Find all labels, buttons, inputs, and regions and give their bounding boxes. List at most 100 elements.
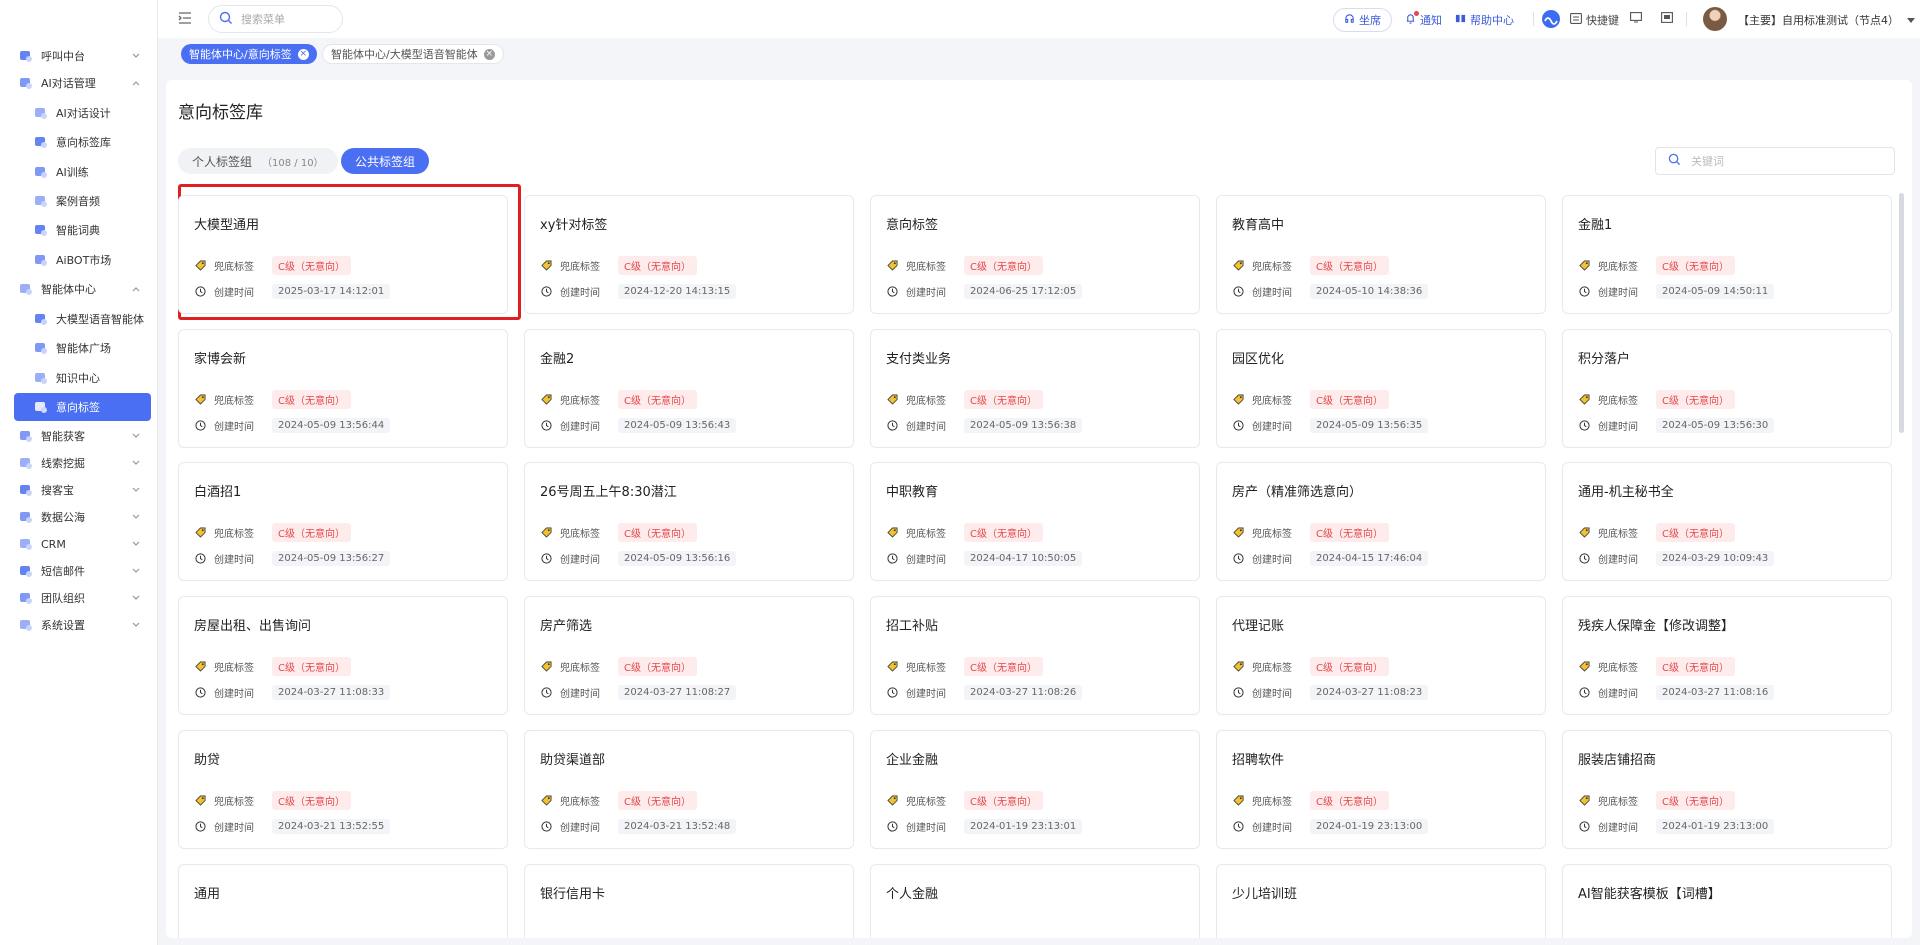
tag-group-card[interactable]: 助贷渠道部 兜底标签 C级（无意向） 创建时间 2024-03-21 13:52:48 bbox=[524, 730, 854, 849]
tag-group-card[interactable]: 个人金融 bbox=[870, 864, 1200, 938]
visited-tab-1[interactable]: 智能体中心/大模型语音智能体 × bbox=[322, 44, 504, 64]
created-time-value: 2024-03-21 13:52:55 bbox=[272, 819, 391, 834]
sidebar-item-5[interactable]: 案例音频 bbox=[14, 187, 151, 215]
fallback-tag-row: 兜底标签 C级（无意向） bbox=[540, 523, 697, 542]
sidebar-item-17[interactable]: CRM bbox=[14, 530, 151, 558]
sidebar-item-6[interactable]: 智能词典 bbox=[14, 216, 151, 244]
sidebar-item-19[interactable]: 团队组织 bbox=[14, 584, 151, 612]
sidebar-item-2[interactable]: AI对话设计 bbox=[14, 99, 151, 127]
help-center-link[interactable]: 帮助中心 bbox=[1455, 12, 1514, 28]
close-icon[interactable]: × bbox=[297, 48, 309, 60]
tag-group-card[interactable]: 大模型通用 兜底标签 C级（无意向） 创建时间 2025-03-17 14:12:01 bbox=[178, 195, 508, 314]
sidebar-item-label: CRM bbox=[41, 537, 66, 551]
sidebar-item-7[interactable]: AiBOT市场 bbox=[14, 246, 151, 274]
sidebar-item-0[interactable]: 呼叫中台 bbox=[14, 42, 151, 70]
sidebar-item-20[interactable]: 系统设置 bbox=[14, 611, 151, 639]
brand-logo-icon[interactable] bbox=[1541, 9, 1561, 29]
chevron-up-icon bbox=[129, 76, 143, 90]
fallback-value-badge: C级（无意向） bbox=[964, 791, 1043, 810]
menu-search-box[interactable]: 搜索菜单 bbox=[208, 5, 343, 33]
tag-icon bbox=[194, 260, 206, 272]
tab-public-tag-group[interactable]: 公共标签组 bbox=[341, 148, 430, 174]
sidebar-item-9[interactable]: 大模型语音智能体 bbox=[14, 305, 151, 333]
tag-group-card[interactable]: 金融1 兜底标签 C级（无意向） 创建时间 2024-05-09 14:50:11 bbox=[1562, 195, 1892, 314]
sidebar-item-12[interactable]: 意向标签 bbox=[14, 393, 151, 421]
tag-group-card[interactable]: 意向标签 兜底标签 C级（无意向） 创建时间 2024-06-25 17:12:05 bbox=[870, 195, 1200, 314]
created-label: 创建时间 bbox=[1598, 555, 1638, 566]
tab-count: （108 / 10） bbox=[262, 157, 324, 169]
tag-group-card[interactable]: 招工补贴 兜底标签 C级（无意向） 创建时间 2024-03-27 11:08:26 bbox=[870, 596, 1200, 715]
user-account-menu[interactable]: 【主要】自用标准测试（节点4） bbox=[1738, 12, 1915, 28]
tag-group-card[interactable]: 白酒招1 兜底标签 C级（无意向） 创建时间 2024-05-09 13:56:27 bbox=[178, 462, 508, 581]
sidebar-item-11[interactable]: 知识中心 bbox=[14, 364, 151, 392]
tag-group-card[interactable]: 教育高中 兜底标签 C级（无意向） 创建时间 2024-05-10 14:38:36 bbox=[1216, 195, 1546, 314]
fallback-label: 兜底标签 bbox=[1598, 663, 1638, 674]
created-time-row: 创建时间 2024-03-27 11:08:23 bbox=[1232, 685, 1429, 700]
tag-group-card[interactable]: 企业金融 兜底标签 C级（无意向） 创建时间 2024-01-19 23:13:01 bbox=[870, 730, 1200, 849]
tag-group-card[interactable]: 金融2 兜底标签 C级（无意向） 创建时间 2024-05-09 13:56:43 bbox=[524, 329, 854, 448]
clock-icon bbox=[1578, 821, 1590, 833]
message-icon[interactable] bbox=[1661, 12, 1673, 23]
search-customer-icon bbox=[17, 481, 35, 499]
tag-group-card[interactable]: 积分落户 兜底标签 C级（无意向） 创建时间 2024-05-09 13:56:30 bbox=[1562, 329, 1892, 448]
tag-group-card[interactable]: 通用-机主秘书全 兜底标签 C级（无意向） 创建时间 2024-03-29 10:09:… bbox=[1562, 462, 1892, 581]
sidebar-item-15[interactable]: 搜客宝 bbox=[14, 476, 151, 504]
tag-group-card[interactable]: 中职教育 兜底标签 C级（无意向） 创建时间 2024-04-17 10:50:05 bbox=[870, 462, 1200, 581]
tag-group-card[interactable]: 房产（精准筛选意向） 兜底标签 C级（无意向） 创建时间 2024-04-15 17:4… bbox=[1216, 462, 1546, 581]
sidebar-item-8[interactable]: 智能体中心 bbox=[14, 275, 151, 303]
created-time-row: 创建时间 2024-05-09 13:56:16 bbox=[540, 551, 737, 566]
sidebar-item-1[interactable]: AI对话管理 bbox=[14, 69, 151, 97]
shortcut-link[interactable]: 快捷键 bbox=[1570, 12, 1619, 28]
created-time-value: 2024-03-27 11:08:27 bbox=[618, 685, 737, 700]
keyboard-icon bbox=[1570, 13, 1582, 27]
tag-icon bbox=[1578, 394, 1590, 406]
tag-group-card[interactable]: 助贷 兜底标签 C级（无意向） 创建时间 2024-03-21 13:52:55 bbox=[178, 730, 508, 849]
chevron-down-icon bbox=[129, 591, 143, 605]
visited-tab-0[interactable]: 智能体中心/意向标签 × bbox=[181, 44, 317, 64]
tag-group-card[interactable]: 通用 bbox=[178, 864, 508, 938]
screen-icon[interactable] bbox=[1630, 12, 1642, 23]
fallback-label: 兜底标签 bbox=[906, 663, 946, 674]
sidebar-item-10[interactable]: 智能体广场 bbox=[14, 334, 151, 362]
tag-icon bbox=[886, 260, 898, 272]
fallback-value-badge: C级（无意向） bbox=[1310, 523, 1389, 542]
tag-group-card[interactable]: 服装店铺招商 兜底标签 C级（无意向） 创建时间 2024-01-19 23:13:00 bbox=[1562, 730, 1892, 849]
seat-button[interactable]: 坐席 bbox=[1333, 8, 1392, 32]
tag-group-card[interactable]: 家博会新 兜底标签 C级（无意向） 创建时间 2024-05-09 13:56:44 bbox=[178, 329, 508, 448]
tab-personal-tag-group[interactable]: 个人标签组 （108 / 10） bbox=[178, 148, 338, 174]
tag-group-card[interactable]: 26号周五上午8:30潜江 兜底标签 C级（无意向） 创建时间 2024-05-09 1… bbox=[524, 462, 854, 581]
sidebar-item-3[interactable]: 意向标签库 bbox=[14, 128, 151, 156]
sidebar-item-13[interactable]: 智能获客 bbox=[14, 422, 151, 450]
tag-group-card[interactable]: 代理记账 兜底标签 C级（无意向） 创建时间 2024-03-27 11:08:23 bbox=[1216, 596, 1546, 715]
scrollbar[interactable] bbox=[1899, 193, 1904, 433]
tag-group-card[interactable]: 园区优化 兜底标签 C级（无意向） 创建时间 2024-05-09 13:56:35 bbox=[1216, 329, 1546, 448]
card-title: 房屋出租、出售询问 bbox=[194, 619, 312, 634]
sidebar-item-18[interactable]: 短信邮件 bbox=[14, 557, 151, 585]
tag-icon bbox=[886, 795, 898, 807]
tag-group-card[interactable]: 银行信用卡 bbox=[524, 864, 854, 938]
sidebar-item-4[interactable]: AI训练 bbox=[14, 158, 151, 186]
card-title: 通用 bbox=[194, 887, 221, 902]
tag-group-card[interactable]: xy针对标签 兜底标签 C级（无意向） 创建时间 2024-12-20 14:13:15 bbox=[524, 195, 854, 314]
tag-group-card[interactable]: 房屋出租、出售询问 兜底标签 C级（无意向） 创建时间 2024-03-27 11:08… bbox=[178, 596, 508, 715]
tag-group-card[interactable]: 少儿培训班 bbox=[1216, 864, 1546, 938]
data-sea-icon bbox=[17, 508, 35, 526]
sidebar-item-14[interactable]: 线索挖掘 bbox=[14, 449, 151, 477]
tag-group-card[interactable]: 房产筛选 兜底标签 C级（无意向） 创建时间 2024-03-27 11:08:27 bbox=[524, 596, 854, 715]
fallback-label: 兜底标签 bbox=[214, 797, 254, 808]
menu-collapse-icon[interactable] bbox=[178, 11, 192, 25]
tag-group-card[interactable]: 残疾人保障金【修改调整】 兜底标签 C级（无意向） 创建时间 2024-03-27 11… bbox=[1562, 596, 1892, 715]
tag-group-card[interactable]: 招聘软件 兜底标签 C级（无意向） 创建时间 2024-01-19 23:13:00 bbox=[1216, 730, 1546, 849]
keyword-input[interactable] bbox=[1691, 154, 1871, 168]
sidebar-item-16[interactable]: 数据公海 bbox=[14, 503, 151, 531]
notify-link[interactable]: 通知 bbox=[1405, 11, 1442, 28]
created-time-value: 2024-03-27 11:08:23 bbox=[1310, 685, 1429, 700]
tag-group-card[interactable]: 支付类业务 兜底标签 C级（无意向） 创建时间 2024-05-09 13:56:38 bbox=[870, 329, 1200, 448]
sidebar-item-label: 意向标签库 bbox=[56, 136, 111, 149]
close-icon[interactable]: × bbox=[483, 48, 495, 60]
tag-group-card[interactable]: AI智能获客模板【词槽】 bbox=[1562, 864, 1892, 938]
card-title: 意向标签 bbox=[886, 218, 939, 233]
sidebar-item-label: 数据公海 bbox=[41, 511, 85, 524]
avatar[interactable] bbox=[1703, 7, 1727, 31]
created-time-value: 2024-05-09 13:56:16 bbox=[618, 551, 737, 566]
